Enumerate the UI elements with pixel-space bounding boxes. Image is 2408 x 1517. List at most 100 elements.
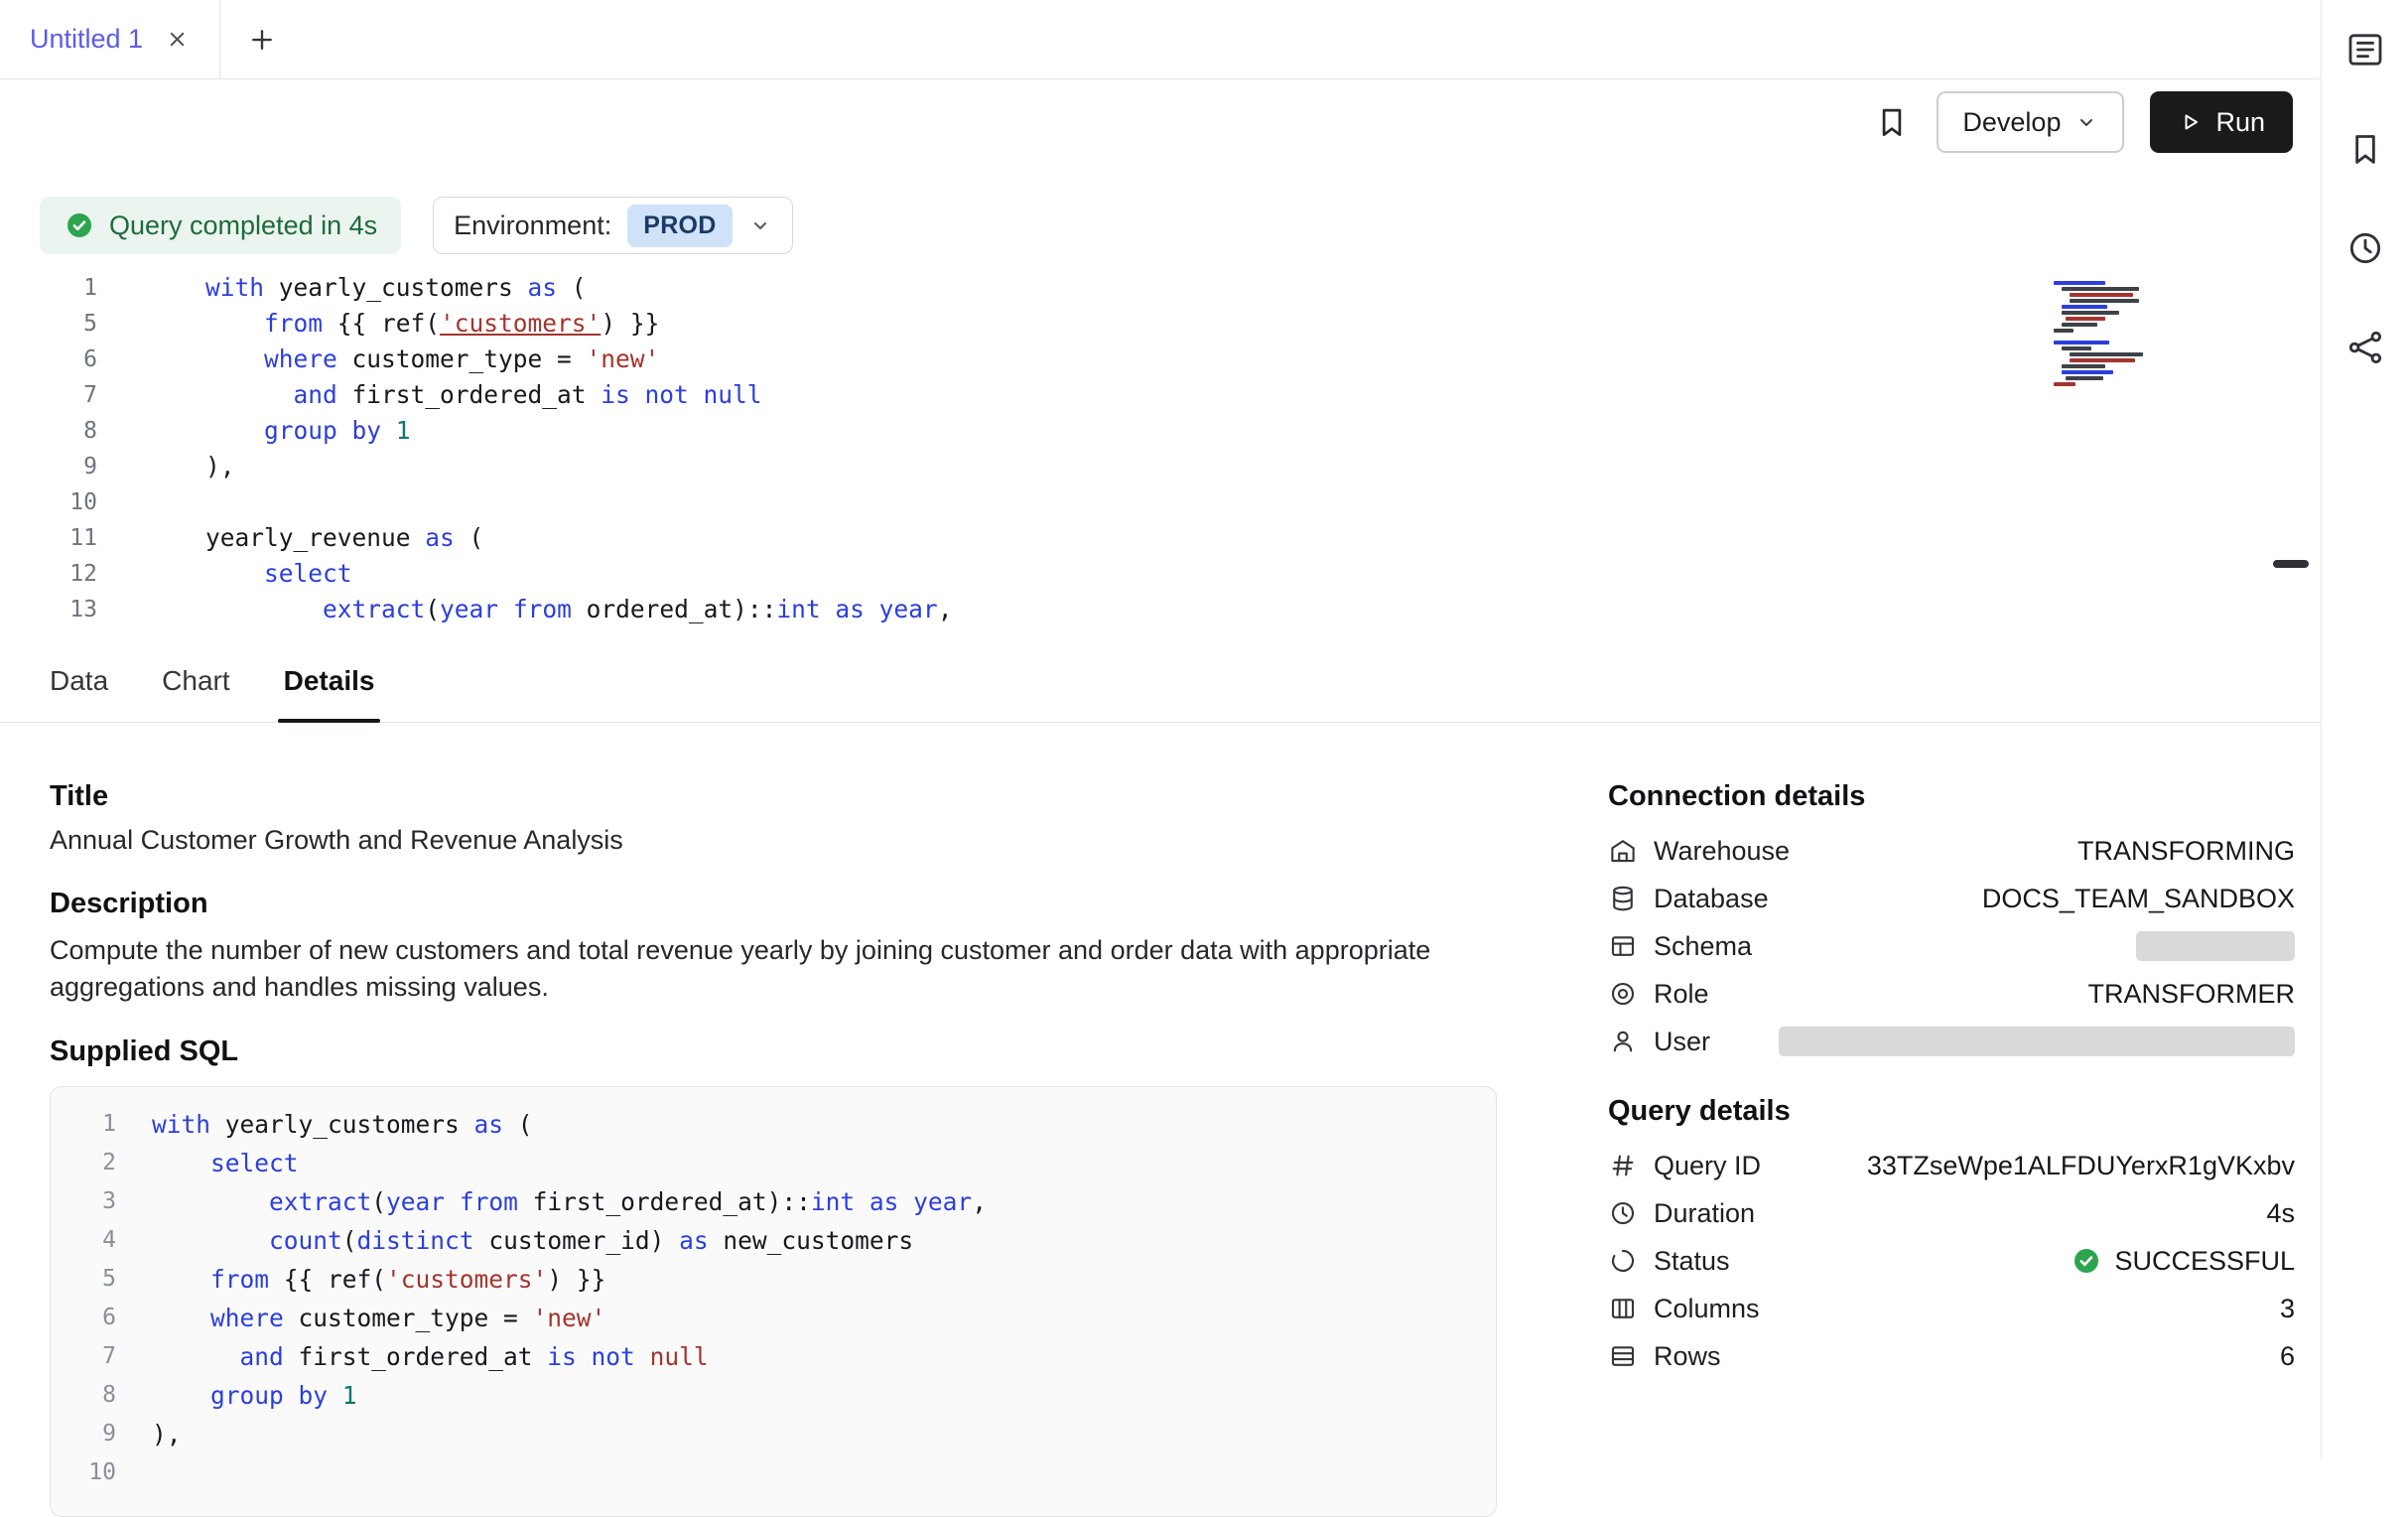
- detail-label: User: [1654, 1027, 1710, 1057]
- lineage-icon: [2345, 328, 2385, 367]
- code-line[interactable]: 11yearly_revenue as (: [0, 520, 2321, 556]
- detail-row: Schema: [1608, 922, 2295, 970]
- results-tab-bar: Data Chart Details: [0, 639, 2321, 723]
- bookmark-button[interactable]: [1873, 103, 1911, 141]
- bookmark-icon: [1873, 103, 1911, 141]
- develop-dropdown-button[interactable]: Develop: [1937, 91, 2124, 153]
- detail-label: Warehouse: [1654, 836, 1790, 867]
- code-text: group by 1: [116, 1376, 357, 1415]
- code-line: 8 group by 1: [51, 1376, 1496, 1415]
- connection-details-rows: WarehouseTRANSFORMING Database DOCS_TEAM_S…: [1608, 827, 2295, 1065]
- description-text: Compute the number of new customers and …: [50, 932, 1479, 1006]
- environment-selector[interactable]: Environment: PROD: [433, 197, 793, 254]
- columns-icon: [1608, 1294, 1638, 1323]
- tab-data[interactable]: Data: [50, 639, 108, 722]
- play-icon: [2178, 110, 2202, 134]
- code-line: 5 from {{ ref('customers') }}: [51, 1260, 1496, 1299]
- line-number: 3: [51, 1182, 116, 1221]
- code-line[interactable]: 13 extract(year from ordered_at)::int as…: [0, 592, 2321, 627]
- toolbar: Develop Run: [0, 79, 2321, 165]
- code-line[interactable]: 9),: [0, 449, 2321, 484]
- detail-row: User: [1608, 1018, 2295, 1065]
- new-tab-button[interactable]: [220, 0, 304, 78]
- detail-label: Query ID: [1654, 1151, 1761, 1181]
- detail-label: Rows: [1654, 1341, 1721, 1372]
- code-line: 3 extract(year from first_ordered_at)::i…: [51, 1182, 1496, 1221]
- line-number: 1: [51, 1105, 116, 1144]
- code-text: extract(year from first_ordered_at)::int…: [116, 1182, 987, 1221]
- code-text: select: [97, 556, 352, 592]
- code-line[interactable]: 12 select: [0, 556, 2321, 592]
- code-text: ),: [116, 1415, 182, 1453]
- line-number: 5: [0, 306, 97, 342]
- minimap[interactable]: [2054, 281, 2179, 384]
- code-text: ),: [97, 449, 235, 484]
- environment-label: Environment:: [454, 210, 611, 241]
- code-line[interactable]: 6 where customer_type = 'new': [0, 342, 2321, 377]
- code-text: select: [116, 1144, 299, 1182]
- code-line[interactable]: 8 group by 1: [0, 413, 2321, 449]
- code-line[interactable]: 1with yearly_customers as (: [0, 270, 2321, 306]
- code-text: count(distinct customer_id) as new_custo…: [116, 1221, 913, 1260]
- status-row: Query completed in 4s Environment: PROD: [40, 197, 793, 254]
- code-text: from {{ ref('customers') }}: [97, 306, 659, 342]
- query-status-text: Query completed in 4s: [109, 210, 377, 241]
- code-text: [97, 484, 205, 520]
- editor-tab-bar: Untitled 1: [0, 0, 2321, 79]
- lineage-button[interactable]: [2345, 328, 2385, 367]
- detail-value: TRANSFORMER: [2088, 979, 2296, 1010]
- tab-chart[interactable]: Chart: [162, 639, 229, 722]
- clock-icon: [2345, 228, 2385, 268]
- title-heading: Title: [50, 780, 1529, 813]
- close-tab-button[interactable]: [165, 27, 190, 52]
- detail-value: 4s: [2266, 1198, 2295, 1229]
- success-check-icon: [64, 209, 95, 241]
- ref-link[interactable]: 'customers': [440, 309, 601, 338]
- redacted-value: [1779, 1027, 2295, 1056]
- detail-value: SUCCESSFUL: [2071, 1245, 2295, 1277]
- bookmarks-button[interactable]: [2345, 129, 2385, 169]
- detail-value: 33TZseWpe1ALFDUYerxR1gVKxbv: [1867, 1151, 2295, 1181]
- detail-row: RoleTRANSFORMER: [1608, 970, 2295, 1018]
- code-line: 4 count(distinct customer_id) as new_cus…: [51, 1221, 1496, 1260]
- file-tab-title: Untitled 1: [30, 24, 143, 55]
- role-icon: [1608, 979, 1638, 1009]
- detail-value: DOCS_TEAM_SANDBOX: [1982, 884, 2295, 914]
- code-text: and first_ordered_at is not null: [97, 377, 762, 413]
- line-number: 1: [0, 270, 97, 306]
- line-number: 6: [51, 1299, 116, 1337]
- detail-label: Status: [1654, 1246, 1730, 1277]
- user-icon: [1608, 1027, 1638, 1056]
- line-number: 8: [51, 1376, 116, 1415]
- code-text: where customer_type = 'new': [116, 1299, 605, 1337]
- code-line[interactable]: 7 and first_ordered_at is not null: [0, 377, 2321, 413]
- detail-row: Rows 6: [1608, 1332, 2295, 1380]
- code-line[interactable]: 10: [0, 484, 2321, 520]
- connection-details-heading: Connection details: [1608, 780, 2295, 813]
- query-list-button[interactable]: [2345, 30, 2385, 69]
- code-line[interactable]: 5 from {{ ref('customers') }}: [0, 306, 2321, 342]
- history-button[interactable]: [2345, 228, 2385, 268]
- detail-row: Query ID 33TZseWpe1ALFDUYerxR1gVKxbv: [1608, 1142, 2295, 1189]
- detail-value: 6: [2280, 1341, 2295, 1372]
- run-button[interactable]: Run: [2150, 91, 2293, 153]
- code-text: with yearly_customers as (: [116, 1105, 533, 1144]
- details-right-column: Connection details WarehouseTRANSFORMING…: [1608, 780, 2295, 1380]
- hash-icon: [1608, 1151, 1638, 1180]
- detail-label: Database: [1654, 884, 1769, 914]
- description-heading: Description: [50, 888, 1529, 920]
- environment-value-badge: PROD: [627, 205, 732, 247]
- detail-row: Duration4s: [1608, 1189, 2295, 1237]
- file-tab-untitled-1[interactable]: Untitled 1: [0, 0, 220, 78]
- detail-value: [2136, 931, 2295, 961]
- sql-editor[interactable]: 1with yearly_customers as (5 from {{ ref…: [0, 270, 2321, 639]
- supplied-sql-heading: Supplied SQL: [50, 1035, 1529, 1068]
- detail-row: WarehouseTRANSFORMING: [1608, 827, 2295, 875]
- tab-details[interactable]: Details: [284, 639, 375, 722]
- line-number: 13: [0, 592, 97, 627]
- line-number: 2: [51, 1144, 116, 1182]
- line-number: 11: [0, 520, 97, 556]
- rows-icon: [1608, 1341, 1638, 1371]
- line-number: 9: [0, 449, 97, 484]
- editor-scrollbar-thumb[interactable]: [2273, 560, 2309, 568]
